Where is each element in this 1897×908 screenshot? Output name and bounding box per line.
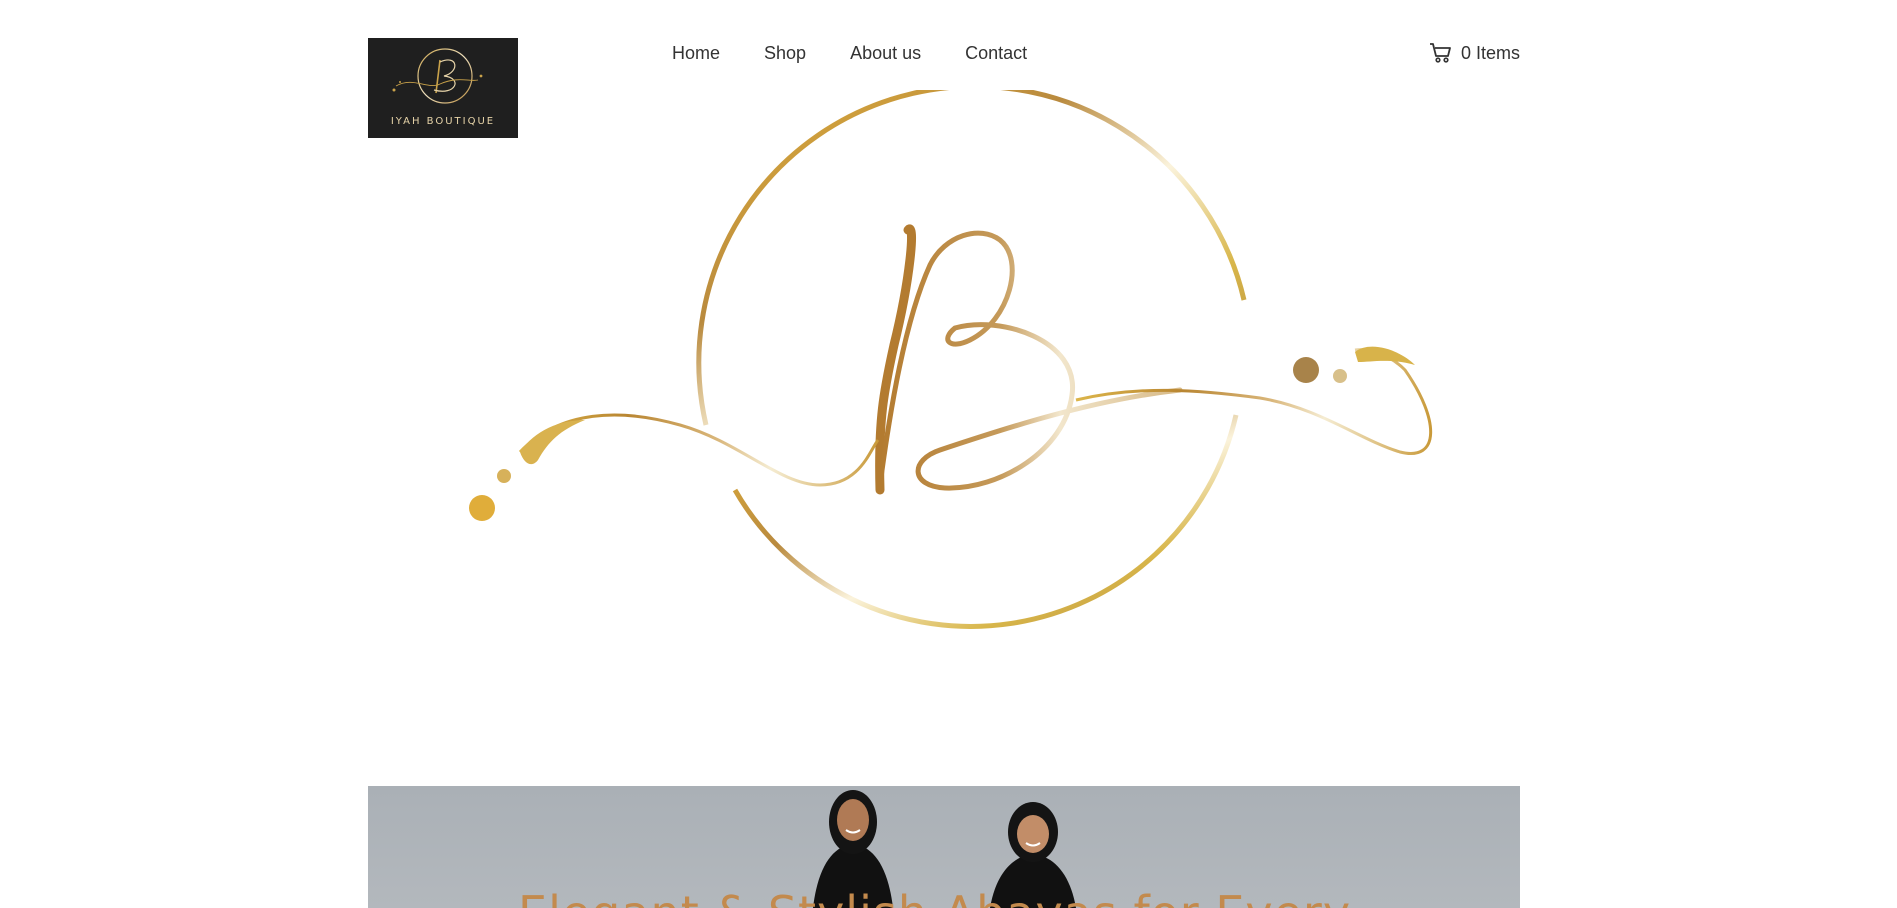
- page: IYAH BOUTIQUE Home Shop About us Contact…: [0, 0, 1897, 908]
- nav-shop-link[interactable]: Shop: [764, 41, 806, 65]
- hero-banner: Elegant & Stylish Abayas for Every: [368, 786, 1520, 908]
- main-nav: Home Shop About us Contact: [672, 41, 1071, 65]
- cart-count-label: 0 Items: [1460, 43, 1520, 63]
- banner-heading: Elegant & Stylish Abayas for Every: [518, 886, 1351, 908]
- cart-button[interactable]: 0 Items: [1429, 41, 1520, 65]
- nav-home-link[interactable]: Home: [672, 41, 720, 65]
- gold-b-monogram-emblem: [469, 90, 1433, 629]
- nav-about-link[interactable]: About us: [850, 41, 921, 65]
- nav-contact-link[interactable]: Contact: [965, 41, 1027, 65]
- cart-icon: [1429, 43, 1451, 63]
